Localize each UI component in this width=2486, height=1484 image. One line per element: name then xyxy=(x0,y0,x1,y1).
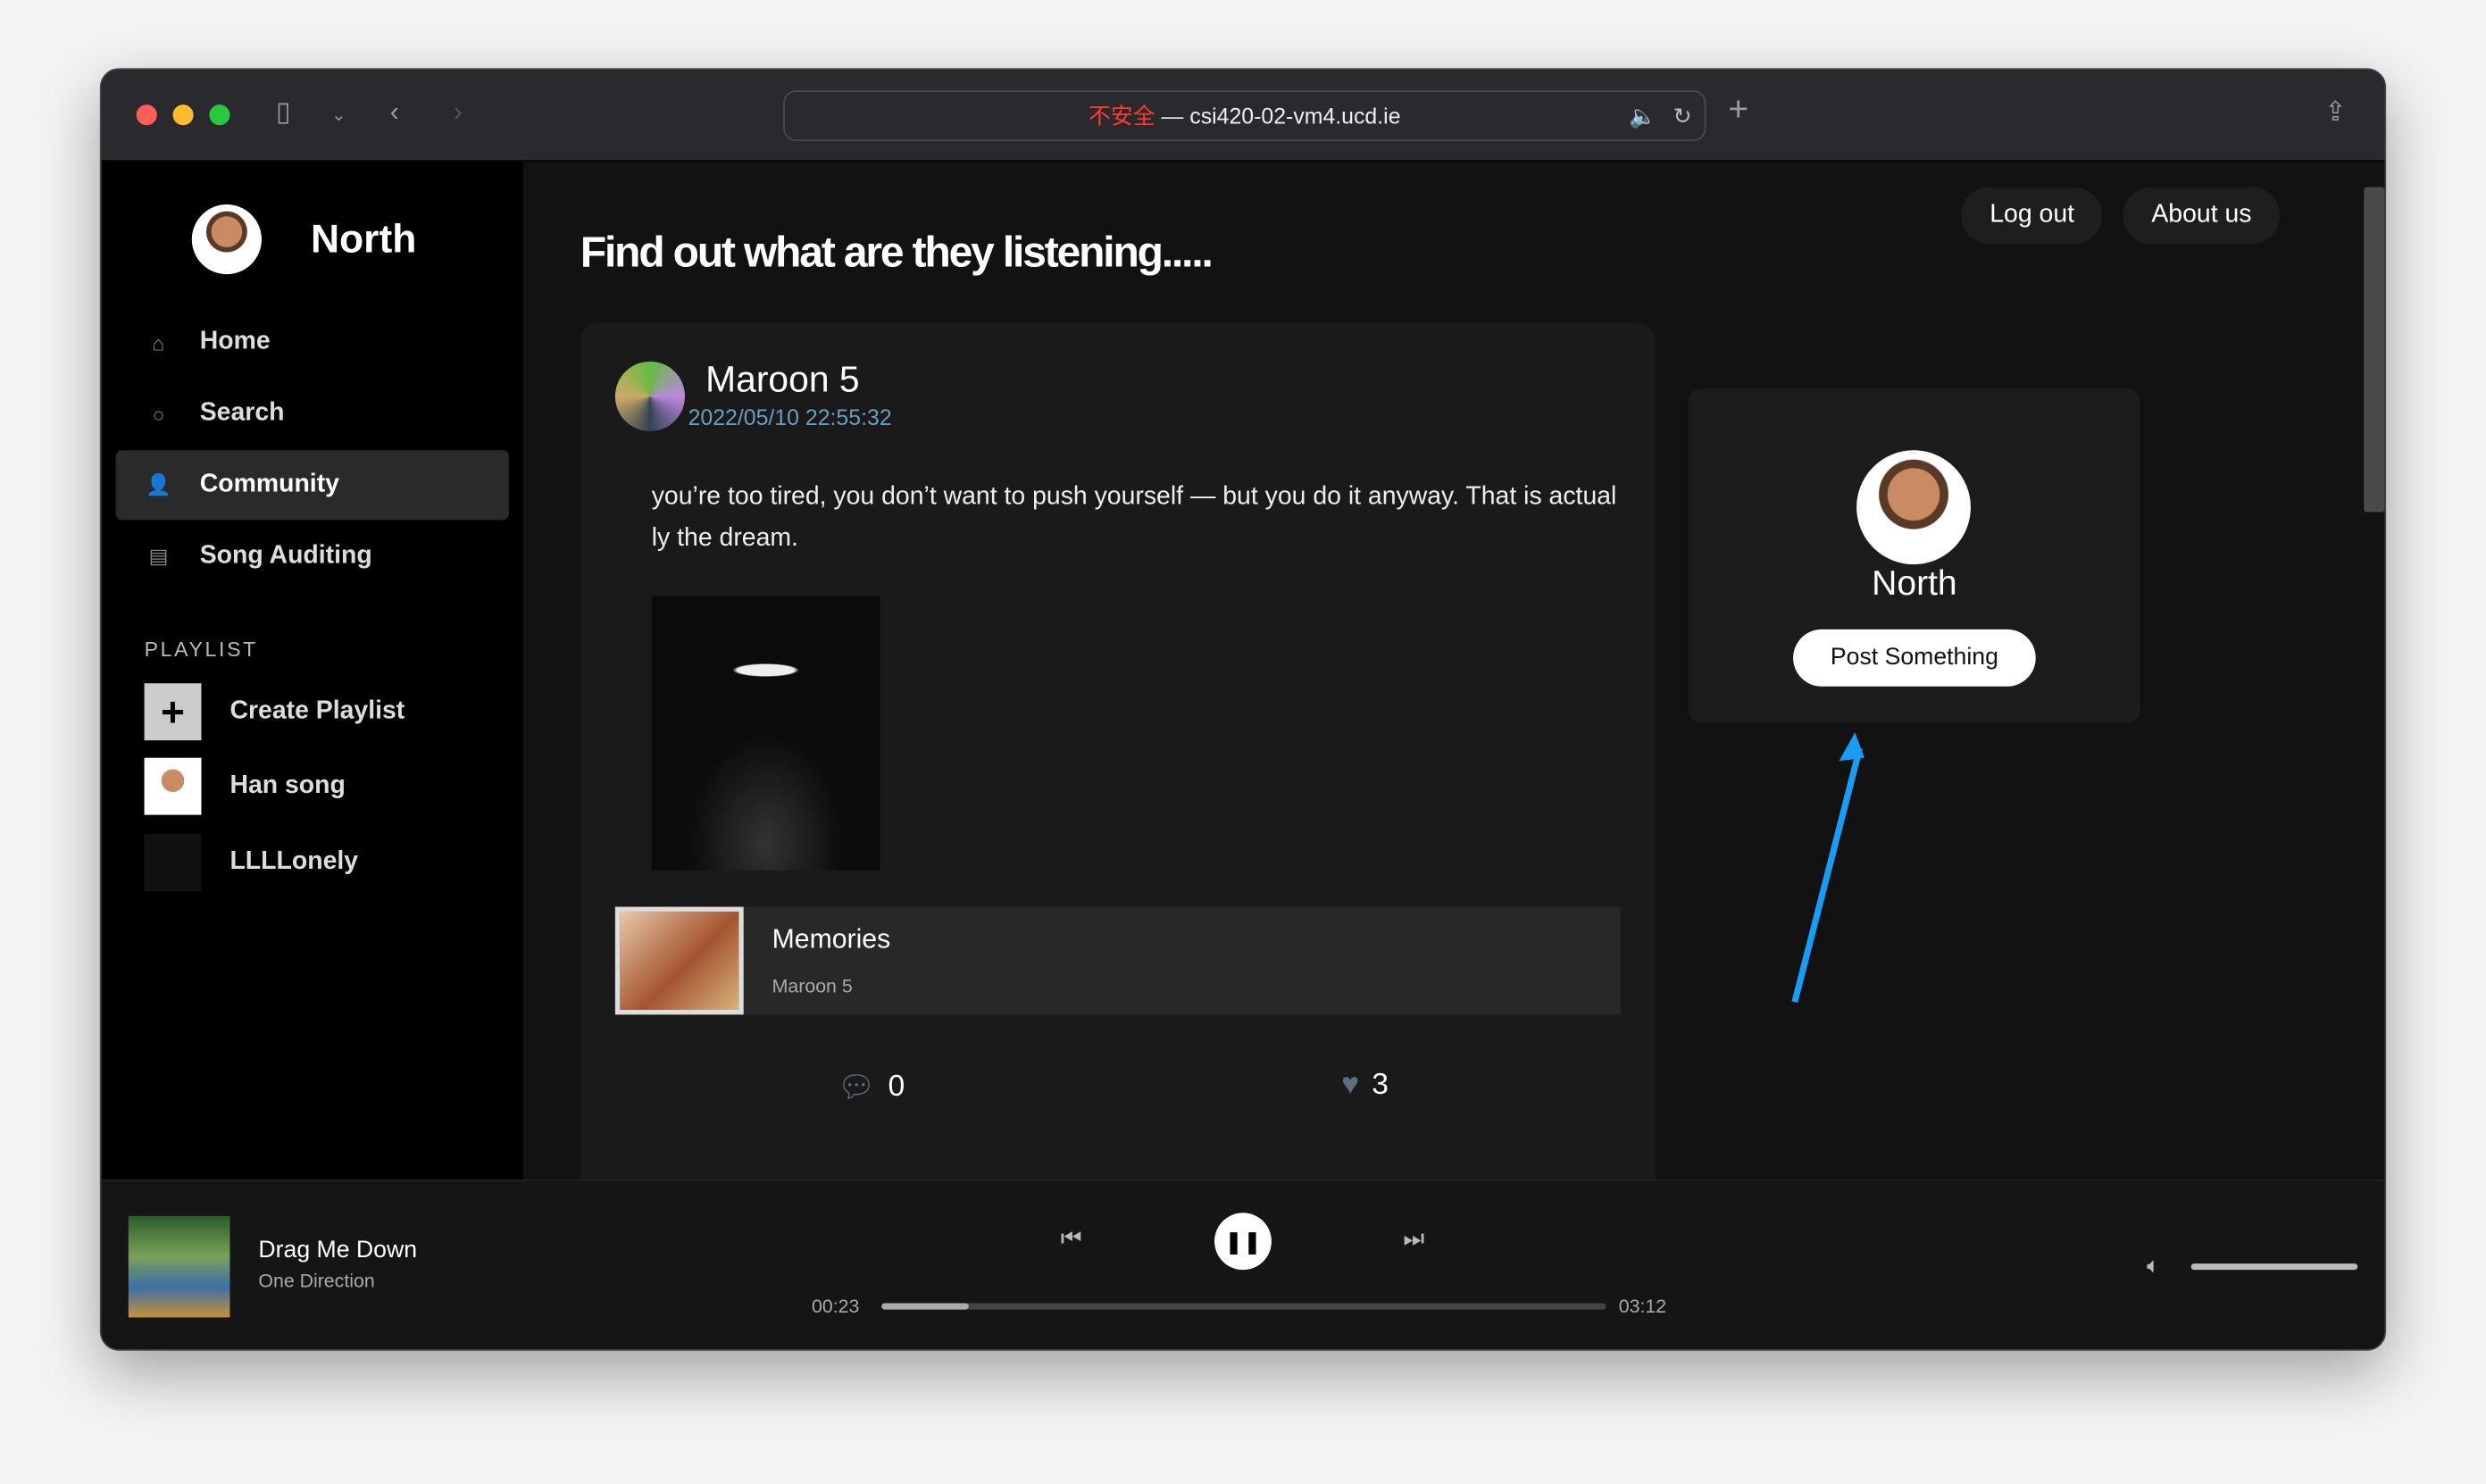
now-playing-artist: One Direction xyxy=(258,1270,375,1293)
scrollbar[interactable] xyxy=(2356,162,2385,1180)
annotation-arrow xyxy=(1791,732,1864,1003)
nav-label: Song Auditing xyxy=(199,542,372,570)
url-separator: — xyxy=(1155,103,1190,129)
post-author-avatar[interactable] xyxy=(614,361,686,431)
music-player: Drag Me Down One Direction ⏮︎ ❚❚ ⏭︎ 00:2… xyxy=(101,1179,2385,1349)
back-icon[interactable]: ‹ xyxy=(390,96,399,129)
sidebar-item-home[interactable]: ⌂ Home xyxy=(116,307,509,377)
page-title: Find out what are they listening..... xyxy=(580,228,1214,276)
brand-name: North xyxy=(310,216,417,262)
speaker-icon[interactable]: 🔈 xyxy=(1629,92,1656,141)
profile-name: North xyxy=(1872,563,1957,603)
comment-icon: 💬︎ xyxy=(837,1071,876,1105)
maximize-window-button[interactable] xyxy=(209,104,230,126)
sidebar-item-search[interactable]: ○ Search xyxy=(116,379,509,448)
like-button[interactable]: ♥ 3 xyxy=(1341,1069,1389,1104)
comment-count: 0 xyxy=(888,1070,905,1104)
clipboard-icon: ▤ xyxy=(148,543,169,568)
plus-icon: + xyxy=(144,683,202,741)
progress-fill xyxy=(881,1303,969,1310)
post-text: you’re too tired, you don’t want to push… xyxy=(651,483,1617,552)
sidebar: North ⌂ Home ○ Search 👤 Community ▤ Song Aud… xyxy=(101,162,523,1180)
browser-toolbar: ▯ ⌄ ‹ › 不安全 — csi420-02-vm4.ucd.ie 🔈 ↻ +… xyxy=(101,70,2385,163)
sidebar-item-community[interactable]: 👤 Community xyxy=(115,450,509,521)
log-out-button[interactable]: Log out xyxy=(1961,187,2104,245)
now-playing-cover xyxy=(128,1215,230,1318)
like-count: 3 xyxy=(1372,1068,1389,1102)
heart-icon: ♥ xyxy=(1341,1068,1360,1102)
post-song[interactable]: Memories Maroon 5 xyxy=(614,906,1621,1015)
post-image[interactable] xyxy=(651,596,880,871)
home-icon: ⌂ xyxy=(152,330,165,354)
previous-track-icon[interactable]: ⏮︎ xyxy=(1061,1225,1082,1252)
post-something-button[interactable]: Post Something xyxy=(1793,629,2036,687)
playlist-label: Han song xyxy=(229,771,346,799)
minimize-window-button[interactable] xyxy=(172,104,194,126)
next-track-icon[interactable]: ⏭︎ xyxy=(1403,1225,1424,1252)
volume-fill xyxy=(2190,1263,2358,1271)
share-icon[interactable]: ⇪ xyxy=(2324,96,2347,129)
browser-window: ▯ ⌄ ‹ › 不安全 — csi420-02-vm4.ucd.ie 🔈 ↻ +… xyxy=(99,68,2387,1351)
nav-label: Search xyxy=(199,399,285,427)
search-icon: ○ xyxy=(152,402,165,426)
nav-label: Community xyxy=(199,471,339,498)
elapsed-time: 00:23 xyxy=(812,1295,860,1318)
forward-icon[interactable]: › xyxy=(454,96,463,129)
duration: 03:12 xyxy=(1618,1295,1667,1318)
song-artist: Maroon 5 xyxy=(772,974,853,997)
playlist-cover xyxy=(144,757,202,815)
avatar xyxy=(1856,450,1971,565)
new-tab-icon[interactable]: + xyxy=(1728,88,1748,129)
progress-slider[interactable] xyxy=(881,1303,1606,1310)
song-title: Memories xyxy=(772,924,891,955)
volume-icon[interactable]: 🔈︎ xyxy=(2147,1253,2160,1280)
post-card: Maroon 5 2022/05/10 22:55:32 you’re too … xyxy=(580,323,1656,1212)
create-playlist-button[interactable]: + Create Playlist xyxy=(144,683,405,741)
main-content: Find out what are they listening..... Lo… xyxy=(523,162,2356,1212)
sidebar-item-song-auditing[interactable]: ▤ Song Auditing xyxy=(116,521,509,591)
playlist-label: Create Playlist xyxy=(229,697,405,725)
address-bar[interactable]: 不安全 — csi420-02-vm4.ucd.ie 🔈 ↻ xyxy=(783,90,1706,142)
post-author[interactable]: Maroon 5 xyxy=(705,358,860,401)
playlist-cover xyxy=(144,833,202,891)
avatar xyxy=(191,204,262,275)
chevron-down-icon[interactable]: ⌄ xyxy=(331,104,346,125)
playlist-label: LLLLonely xyxy=(229,847,359,876)
about-us-button[interactable]: About us xyxy=(2123,187,2281,245)
comment-button[interactable]: 💬︎ 0 xyxy=(837,1069,905,1107)
song-cover xyxy=(614,906,744,1015)
insecure-label: 不安全 xyxy=(1089,103,1155,129)
nav-label: Home xyxy=(199,328,271,355)
sidebar-toggle-icon[interactable]: ▯ xyxy=(276,96,291,129)
now-playing-title: Drag Me Down xyxy=(258,1236,418,1264)
playlist-item[interactable]: LLLLonely xyxy=(144,833,359,891)
post-timestamp: 2022/05/10 22:55:32 xyxy=(688,404,892,430)
volume-slider[interactable] xyxy=(2190,1263,2358,1271)
playlist-heading: PLAYLIST xyxy=(144,637,258,662)
pause-button[interactable]: ❚❚ xyxy=(1214,1213,1272,1271)
url-text: csi420-02-vm4.ucd.ie xyxy=(1189,103,1401,129)
reload-icon[interactable]: ↻ xyxy=(1673,92,1692,141)
scrollbar-thumb[interactable] xyxy=(2364,187,2385,513)
close-window-button[interactable] xyxy=(136,104,157,126)
profile-card: North Post Something xyxy=(1688,388,2140,723)
brand[interactable]: North xyxy=(191,204,417,275)
playlist-item[interactable]: Han song xyxy=(144,757,346,815)
community-icon: 👤 xyxy=(146,472,171,496)
